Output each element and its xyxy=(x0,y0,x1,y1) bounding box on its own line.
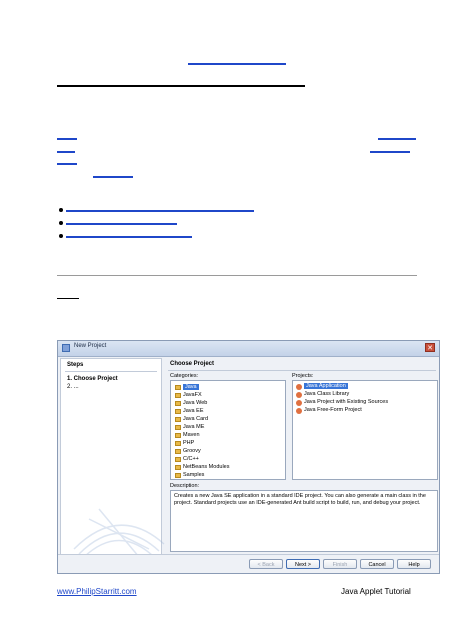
title-rule xyxy=(57,85,305,87)
java-class-library-icon xyxy=(296,392,302,398)
category-java[interactable]: Java xyxy=(183,384,199,390)
project-java-class-library[interactable]: Java Class Library xyxy=(304,391,349,397)
inline-link-5[interactable] xyxy=(57,163,77,165)
folder-icon xyxy=(175,449,181,454)
category-java-ee[interactable]: Java EE xyxy=(183,408,203,414)
category-c-cpp[interactable]: C/C++ xyxy=(183,456,199,462)
category-groovy[interactable]: Groovy xyxy=(183,448,201,454)
help-button[interactable]: Help xyxy=(397,559,431,569)
category-java-web[interactable]: Java Web xyxy=(183,400,207,406)
description-label: Description: xyxy=(170,483,200,489)
projects-list[interactable]: Java Application Java Class Library Java… xyxy=(292,380,438,480)
folder-icon xyxy=(175,425,181,430)
new-project-dialog-screenshot: New Project ✕ Steps 1. Choose Project 2.… xyxy=(57,340,440,574)
dialog-title: New Project xyxy=(74,343,107,349)
bullet-link-1[interactable] xyxy=(66,210,254,212)
panel-divider xyxy=(168,370,436,371)
bullet-dot-3 xyxy=(59,234,63,238)
folder-icon xyxy=(175,409,181,414)
inline-link-4[interactable] xyxy=(370,151,410,153)
inline-link-3[interactable] xyxy=(57,151,75,153)
step-item-1: 1. Choose Project xyxy=(67,376,118,382)
button-bar: < Back Next > Finish Cancel Help xyxy=(58,554,439,573)
steps-panel: Steps 1. Choose Project 2. ... xyxy=(60,358,165,558)
next-button[interactable]: Next > xyxy=(286,559,320,569)
project-java-application[interactable]: Java Application xyxy=(304,383,348,389)
inline-link-6[interactable] xyxy=(93,176,133,178)
folder-icon xyxy=(175,393,181,398)
folder-icon xyxy=(175,433,181,438)
java-application-icon xyxy=(296,384,302,390)
steps-divider xyxy=(65,371,157,372)
bullet-link-2[interactable] xyxy=(66,223,177,225)
panel-title: Choose Project xyxy=(170,361,215,367)
category-java-card[interactable]: Java Card xyxy=(183,416,208,422)
choose-project-panel: Choose Project Categories: Java JavaFX J… xyxy=(166,358,438,555)
category-samples[interactable]: Samples xyxy=(183,472,204,478)
projects-label: Projects: xyxy=(292,373,314,379)
folder-icon xyxy=(175,465,181,470)
description-box: Creates a new Java SE application in a s… xyxy=(170,490,438,552)
folder-icon xyxy=(175,473,181,478)
section-heading-underline xyxy=(57,298,79,299)
netbeans-watermark-icon xyxy=(73,508,165,558)
finish-button[interactable]: Finish xyxy=(323,559,357,569)
footer-title: Java Applet Tutorial xyxy=(341,587,411,596)
category-javafx[interactable]: JavaFX xyxy=(183,392,202,398)
bullet-link-3[interactable] xyxy=(66,236,192,238)
inline-link-2[interactable] xyxy=(378,138,416,140)
inline-link-1[interactable] xyxy=(57,138,77,140)
categories-label: Categories: xyxy=(170,373,199,379)
footer-website-link[interactable]: www.PhilipStarritt.com xyxy=(57,587,137,596)
java-free-form-icon xyxy=(296,408,302,414)
back-button[interactable]: < Back xyxy=(249,559,283,569)
categories-tree[interactable]: Java JavaFX Java Web Java EE Java Card J… xyxy=(170,380,286,480)
folder-icon xyxy=(175,401,181,406)
project-java-free-form[interactable]: Java Free-Form Project xyxy=(304,407,362,413)
project-java-existing-sources[interactable]: Java Project with Existing Sources xyxy=(304,399,388,405)
category-php[interactable]: PHP xyxy=(183,440,194,446)
description-text: Creates a new Java SE application in a s… xyxy=(174,493,426,506)
category-java-me[interactable]: Java ME xyxy=(183,424,204,430)
netbeans-icon xyxy=(62,344,70,352)
cancel-button[interactable]: Cancel xyxy=(360,559,394,569)
header-link-underline[interactable] xyxy=(188,63,286,65)
section-rule xyxy=(57,275,417,276)
folder-icon xyxy=(175,385,181,390)
close-icon[interactable]: ✕ xyxy=(425,343,435,352)
folder-icon xyxy=(175,457,181,462)
folder-icon xyxy=(175,441,181,446)
category-netbeans-modules[interactable]: NetBeans Modules xyxy=(183,464,229,470)
bullet-dot-2 xyxy=(59,221,63,225)
steps-header: Steps xyxy=(67,362,84,368)
step-item-2: 2. ... xyxy=(67,384,79,390)
bullet-dot-1 xyxy=(59,208,63,212)
category-maven[interactable]: Maven xyxy=(183,432,200,438)
dialog-titlebar: New Project ✕ xyxy=(58,341,439,357)
folder-icon xyxy=(175,417,181,422)
java-existing-sources-icon xyxy=(296,400,302,406)
